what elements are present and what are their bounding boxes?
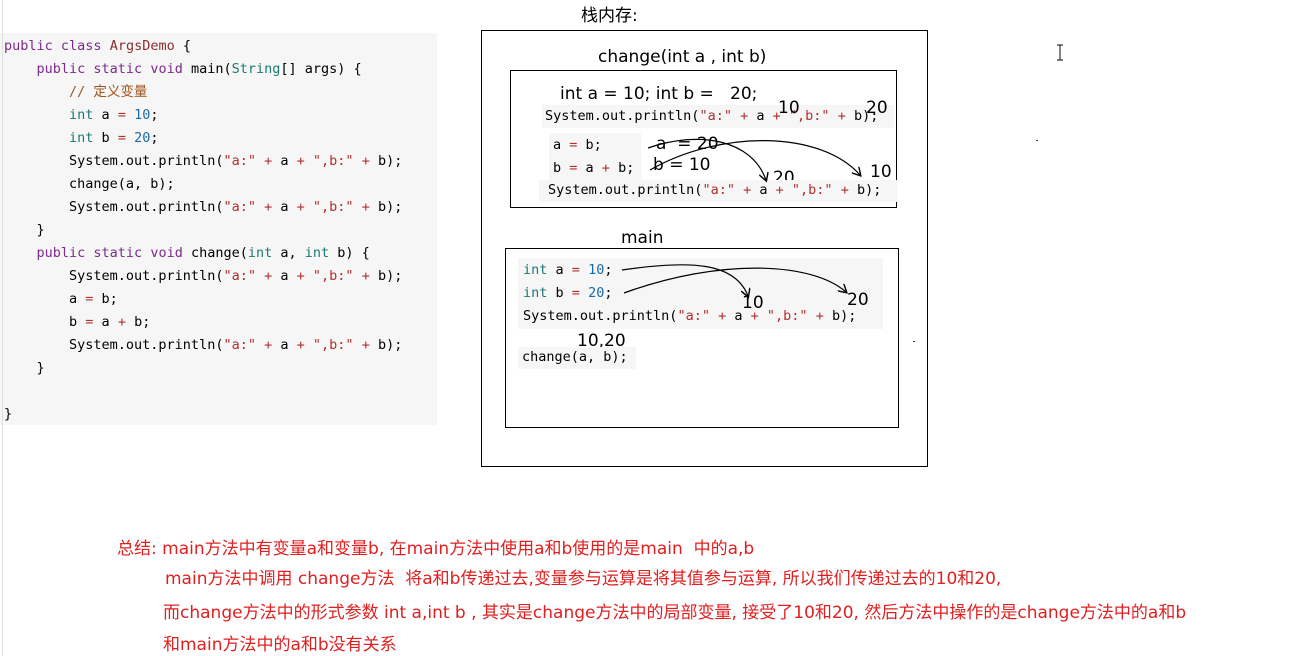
summary-line-1: 总结: main方法中有变量a和变量b, 在main方法中使用a和b使用的是ma…	[117, 539, 755, 559]
summary-line-2: main方法中调用 change方法 将a和b传递过去,变量参与运算是将其值参与…	[165, 569, 1002, 589]
summary-line-3: 而change方法中的形式参数 int a,int b , 其实是change方…	[163, 603, 1187, 623]
arrow-change-b	[649, 140, 860, 175]
stray-dot	[913, 341, 915, 342]
arrow-change-a	[647, 138, 766, 180]
stray-dot	[1036, 140, 1038, 141]
text-cursor-icon	[1057, 44, 1063, 61]
arrow-main-b	[623, 267, 846, 293]
left-edge-line	[2, 0, 3, 656]
summary-line-4: 和main方法中的a和b没有关系	[163, 635, 397, 655]
